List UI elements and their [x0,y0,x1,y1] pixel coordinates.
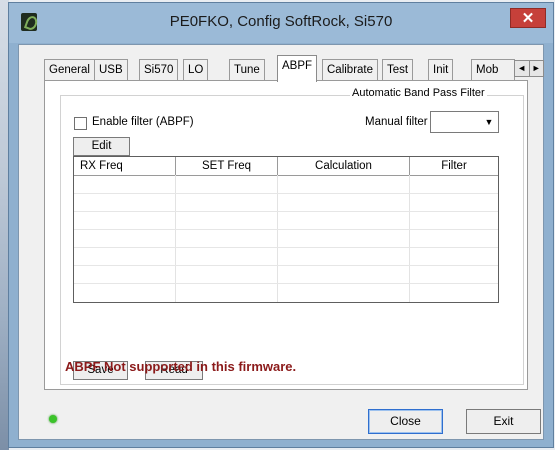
firmware-status-message: ABPF Not supported in this firmware. [65,359,297,374]
column-header-calculation: Calculation [278,157,410,175]
exit-button[interactable]: Exit [466,409,541,434]
chevron-down-icon[interactable]: ▼ [482,114,496,130]
column-header-filter: Filter [441,160,467,172]
status-led-icon [49,415,57,423]
tab-scroll-buttons: ◄ ► [514,60,544,77]
tab-general[interactable]: General [44,59,95,81]
tab-scroll-left-icon[interactable]: ◄ [515,61,530,76]
manual-filter-label: Manual filter [365,116,428,128]
table-row[interactable] [74,230,498,248]
table-row[interactable] [74,194,498,212]
tab-test[interactable]: Test [382,59,414,81]
groupbox-label: Automatic Band Pass Filter [350,87,487,99]
window-title: PE0FKO, Config SoftRock, Si570 [169,13,393,30]
close-button[interactable]: Close [368,409,443,434]
table-row[interactable] [74,284,498,301]
client-area: General USB Si570 LO Tune ABPF Calibrate… [18,44,544,440]
config-window: PE0FKO, Config SoftRock, Si570 ✕ General… [8,2,554,448]
column-header-rx-freq: RX Freq [74,157,176,175]
tab-usb[interactable]: USB [94,59,128,81]
column-header-set-freq: SET Freq [176,157,278,175]
table-row[interactable] [74,248,498,266]
tab-calibrate[interactable]: Calibrate [322,59,379,81]
abpf-tab-panel: Automatic Band Pass Filter Enable filter… [44,80,528,390]
tab-init[interactable]: Init [428,59,454,81]
tab-tune[interactable]: Tune [229,59,265,81]
edit-button[interactable]: Edit [73,137,130,156]
table-row[interactable] [74,266,498,284]
table-header: RX Freq SET Freq Calculation Filter [74,157,498,176]
tab-si570[interactable]: Si570 [139,59,179,81]
enable-filter-label: Enable filter (ABPF) [92,116,194,128]
tab-mob[interactable]: Mob [471,59,515,81]
tab-scroll-right-icon[interactable]: ► [530,61,544,76]
tab-abpf[interactable]: ABPF [277,55,318,82]
title-bar: PE0FKO, Config SoftRock, Si570 ✕ [9,3,553,43]
table-row[interactable] [74,176,498,194]
window-close-button[interactable]: ✕ [510,8,546,28]
tab-lo[interactable]: LO [183,59,209,81]
manual-filter-select[interactable]: ▼ [430,111,499,133]
enable-filter-checkbox[interactable] [74,117,87,130]
filter-table: RX Freq SET Freq Calculation Filter [73,156,499,303]
table-row[interactable] [74,212,498,230]
